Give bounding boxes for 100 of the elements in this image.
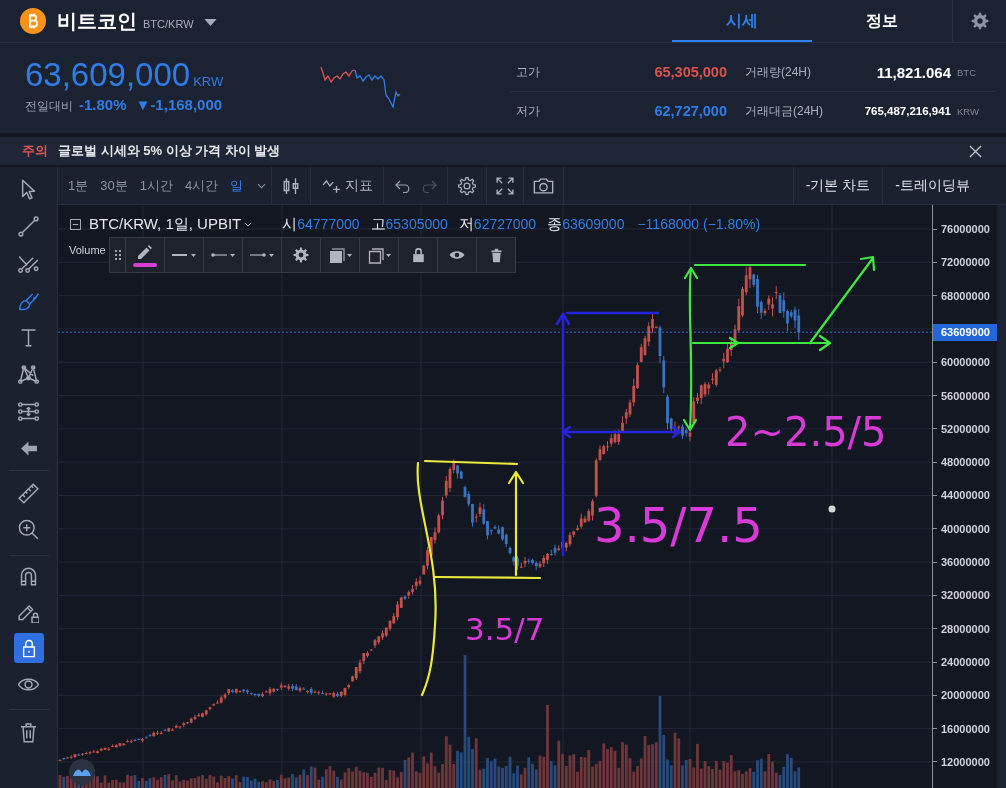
trash-icon[interactable] (489, 247, 503, 263)
page-tab[interactable]: 정보 (812, 0, 952, 42)
interval-button[interactable]: 1분 (68, 176, 89, 195)
market-pair: BTC/KRW (143, 18, 194, 30)
price-tick-label: 36000000 (941, 555, 990, 570)
price-tick-label: 12000000 (941, 754, 990, 769)
ohlc-label: 고 (370, 214, 386, 234)
stat-label: 고가 (515, 63, 541, 81)
collapse-icon[interactable] (70, 218, 81, 230)
magnet-icon[interactable] (18, 565, 39, 587)
zoom-in-icon[interactable] (18, 518, 39, 540)
fibonacci-icon[interactable] (18, 401, 39, 422)
settings-icon[interactable] (970, 12, 989, 30)
color-swatch-icon[interactable] (133, 262, 157, 267)
current-price-tag: 63609000 (933, 323, 997, 341)
coin-logo-icon (20, 8, 46, 34)
line-style-icon[interactable] (171, 251, 197, 259)
settings-icon[interactable] (293, 247, 309, 263)
line-end-icon[interactable] (249, 251, 275, 259)
indicator-button[interactable]: 지표 (321, 176, 373, 195)
drag-handle-icon[interactable] (114, 250, 121, 260)
price-tick-label: 24000000 (941, 655, 990, 669)
ohlc-value: 64777000 (297, 216, 360, 232)
symbol-label[interactable]: BTC/KRW, 1일, UPBIT (89, 214, 242, 234)
camera-icon[interactable] (533, 177, 554, 194)
stat-value: 62,727,000 (653, 103, 727, 119)
caret-icon[interactable] (244, 221, 253, 227)
settings-icon[interactable] (458, 176, 476, 195)
chart-type-button[interactable]: -트레이딩뷰 (882, 167, 1006, 204)
stat-label: 저가 (515, 102, 541, 120)
pitchfork-icon[interactable] (18, 253, 39, 274)
ohlc-label: 시 (282, 214, 298, 234)
dot-marker-icon (828, 505, 836, 513)
notice-message: 글로벌 시세와 5% 이상 가격 차이 발생 (58, 142, 281, 160)
back-arrow-icon[interactable] (19, 440, 38, 457)
candlestick-icon[interactable] (282, 176, 300, 195)
wave-logo-icon[interactable] (69, 759, 95, 785)
caret-icon[interactable] (203, 18, 217, 26)
lock-icon[interactable] (411, 247, 425, 263)
price-tick-label: 56000000 (941, 388, 990, 403)
ohlc-value: 63609000 (562, 216, 625, 232)
page-tab[interactable]: 시세 (672, 0, 812, 42)
interval-button[interactable]: 30분 (100, 176, 128, 195)
fullscreen-icon[interactable] (496, 176, 514, 195)
price-tick-label: 16000000 (941, 721, 990, 736)
ohlc-label: 종 (547, 214, 563, 234)
handwritten-note: 3.5/7.5 (594, 501, 763, 549)
line-start-icon[interactable] (210, 251, 236, 259)
volume-legend: Volume (69, 243, 106, 257)
volume-unit: KRW (956, 105, 980, 117)
lock-icon[interactable] (13, 633, 44, 663)
volume-label: 거래량(24H) (744, 63, 812, 81)
change-amount: ▼-1,168,000 (135, 96, 223, 113)
interval-button[interactable]: 4시간 (184, 176, 219, 195)
copy-icon[interactable] (366, 246, 392, 264)
current-price: 63,609,000 (25, 57, 191, 93)
handwritten-note: 3.5/7 (465, 614, 545, 645)
fill-style-icon[interactable] (327, 246, 353, 264)
double-arrow[interactable] (561, 425, 682, 439)
trend-line-icon[interactable] (18, 216, 39, 237)
curved-bracket[interactable] (416, 461, 437, 697)
interval-button[interactable]: 1시간 (139, 176, 173, 195)
trash-icon[interactable] (18, 721, 39, 743)
price-tick-label: 32000000 (941, 588, 990, 603)
volume-value: 11,821.064 (875, 63, 951, 81)
vertical-double-arrow[interactable] (682, 266, 699, 432)
price-tick-label: 52000000 (941, 421, 990, 436)
ohlc-value: 65305000 (385, 216, 448, 232)
price-tick-label: 44000000 (941, 488, 990, 503)
price-tick-label: 40000000 (941, 521, 990, 536)
price-tick-label: 20000000 (941, 688, 990, 703)
price-currency: KRW (193, 74, 224, 89)
diagonal-arrow[interactable] (808, 255, 876, 345)
price-tick-label: 28000000 (941, 621, 990, 636)
indicator-icon (321, 177, 341, 194)
notice-tag: 주의 (22, 142, 48, 160)
ohlc-value: 62727000 (473, 216, 537, 232)
price-change: −1168000 (−1.80%) (637, 216, 761, 232)
ruler-icon[interactable] (18, 482, 39, 504)
handwritten-note: 2~2.5/5 (725, 412, 887, 452)
coin-name: 비트코인 (57, 8, 137, 34)
pencil-icon[interactable] (137, 243, 153, 260)
volume-unit: BTC (956, 66, 977, 78)
caret-icon[interactable] (257, 182, 267, 189)
pattern-icon[interactable] (18, 364, 39, 385)
price-tick-label: 68000000 (941, 288, 990, 303)
right-arrow[interactable] (691, 334, 832, 352)
price-tick-label: 48000000 (941, 455, 990, 470)
stat-value: 65,305,000 (653, 64, 727, 80)
volume-value: 765,487,216,941 (863, 105, 951, 117)
price-tick-label: 72000000 (941, 255, 990, 270)
undo-icon[interactable] (394, 178, 410, 193)
change-label: 전일대비 (25, 98, 73, 115)
interval-button[interactable]: 일 (230, 176, 244, 195)
close-icon[interactable] (969, 144, 982, 158)
volume-label: 거래대금(24H) (744, 102, 824, 120)
price-tick-label: 76000000 (941, 222, 990, 236)
price-tick-label: 60000000 (941, 355, 990, 370)
chart-type-button[interactable]: -기본 차트 (792, 167, 883, 204)
change-rate: -1.80% (79, 96, 127, 113)
